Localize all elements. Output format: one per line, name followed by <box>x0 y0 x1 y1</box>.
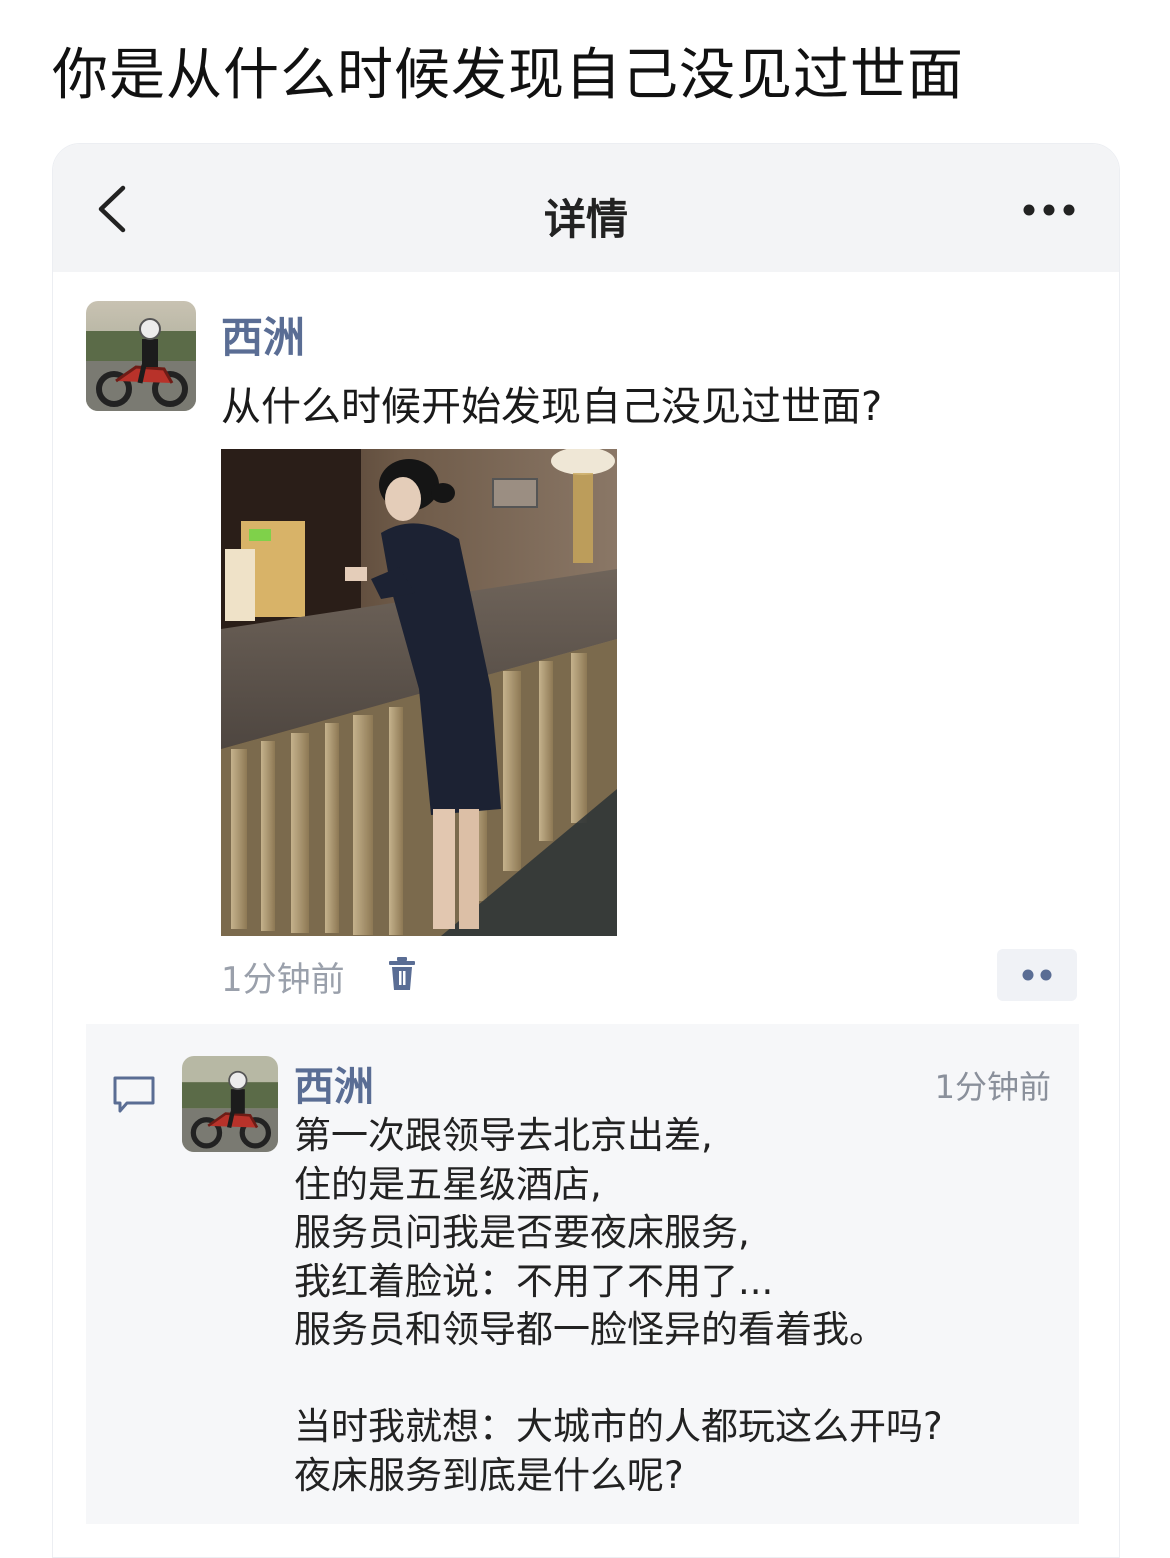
reply-author-avatar[interactable] <box>182 1056 278 1152</box>
delete-button[interactable] <box>387 956 417 992</box>
two-dots-icon <box>1022 969 1052 981</box>
reply-line: 第一次跟领导去北京出差, <box>294 1114 713 1157</box>
reply-line: 住的是五星级酒店, <box>294 1162 602 1206</box>
reply-line: 夜床服务到底是什么呢? <box>294 1453 684 1497</box>
post-photo[interactable] <box>221 449 617 936</box>
comment-icon <box>113 1076 155 1113</box>
moment-detail-card: 详情 西洲 从什么时候开始发现自己没见过世面? 1分钟前 西洲 1分钟前 第一次… <box>52 143 1120 1558</box>
trash-icon <box>389 957 415 990</box>
post-photo-image <box>221 449 617 936</box>
post-author-avatar[interactable] <box>86 301 196 411</box>
avatar-image <box>86 301 196 411</box>
reply-line: 服务员和领导都一脸怪异的看着我。 <box>294 1308 886 1351</box>
reply-author-name[interactable]: 西洲 <box>294 1054 374 1112</box>
reply-text: 第一次跟领导去北京出差, 住的是五星级酒店, 服务员问我是否要夜床服务, 我红着… <box>294 1112 943 1500</box>
post-time: 1分钟前 <box>221 960 345 1000</box>
post-text: 从什么时候开始发现自己没见过世面? <box>221 384 883 430</box>
page-title: 你是从什么时候发现自己没见过世面 <box>52 43 964 108</box>
reply-line: 我红着脸说：不用了不用了... <box>294 1259 774 1303</box>
more-horizontal-icon <box>1023 204 1075 216</box>
more-button[interactable] <box>1019 200 1079 220</box>
reply-time: 1分钟前 <box>934 1068 1051 1106</box>
reply-line: 服务员问我是否要夜床服务, <box>294 1211 750 1254</box>
avatar-image <box>182 1056 278 1152</box>
post-actions-button[interactable] <box>997 949 1077 1001</box>
post-author-name[interactable]: 西洲 <box>221 304 305 365</box>
reply-line <box>294 1355 943 1404</box>
navbar: 详情 <box>53 144 1119 272</box>
nav-title: 详情 <box>543 195 628 244</box>
reply-line: 当时我就想：大城市的人都玩这么开吗? <box>294 1405 943 1448</box>
